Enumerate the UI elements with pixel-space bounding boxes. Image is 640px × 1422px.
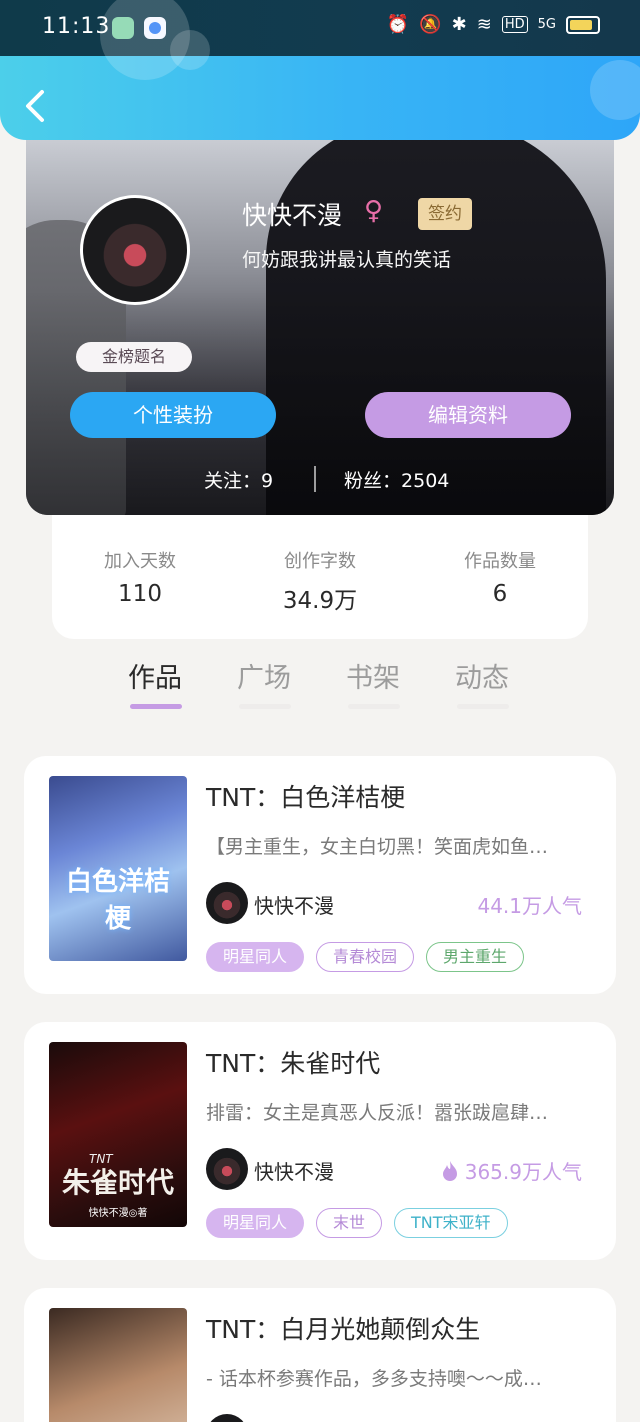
stat-value: 34.9万 bbox=[282, 588, 358, 614]
work-title: TNT：朱雀时代 bbox=[206, 1049, 381, 1078]
tab-indicator bbox=[348, 704, 400, 709]
fans-label: 粉丝： bbox=[344, 470, 402, 492]
cover-title: 白色洋桔梗 bbox=[65, 867, 170, 934]
tag-list: 明星同人 青春校园 男主重生 bbox=[206, 942, 525, 972]
work-card[interactable]: 白色洋桔梗 TNT：白色洋桔梗 【男主重生，女主白切黑！笑面虎如鱼… 快快不漫 … bbox=[24, 756, 616, 994]
tab-plaza[interactable]: 广场 bbox=[237, 656, 291, 695]
tab-activity[interactable]: 动态 bbox=[455, 656, 509, 695]
bluetooth-icon: ✱ bbox=[451, 14, 467, 35]
tag-chip[interactable]: 末世 bbox=[316, 1208, 383, 1238]
author-avatar bbox=[206, 1148, 248, 1190]
mute-icon: 🔕 bbox=[419, 14, 442, 35]
username: 快快不漫 bbox=[242, 201, 343, 230]
work-card[interactable]: TNT 朱雀时代 快快不漫◎著 TNT：朱雀时代 排雷：女主是真恶人反派！嚣张跋… bbox=[24, 1022, 616, 1260]
stat-value: 110 bbox=[118, 581, 162, 607]
back-arrow-icon[interactable] bbox=[22, 86, 48, 126]
stat-works-count: 作品数量 6 bbox=[425, 547, 575, 607]
tab-indicator bbox=[239, 704, 291, 709]
wifi-icon: ≋ bbox=[476, 14, 492, 35]
hd-icon: HD bbox=[501, 16, 528, 33]
tag-chip[interactable]: 青春校园 bbox=[316, 942, 415, 972]
book-cover[interactable] bbox=[49, 1308, 187, 1422]
rank-badge: 金榜题名 bbox=[76, 342, 192, 372]
tab-indicator bbox=[130, 704, 182, 709]
edit-profile-button[interactable]: 编辑资料 bbox=[365, 392, 571, 438]
work-card[interactable]: TNT：白月光她颠倒众生 - 话本杯参赛作品，多多支持噢～～成… bbox=[24, 1288, 616, 1422]
author-name: 快快不漫 bbox=[254, 1160, 334, 1184]
flame-icon bbox=[442, 1160, 457, 1181]
author-name: 快快不漫 bbox=[254, 894, 334, 918]
user-bio: 何妨跟我讲最认真的笑话 bbox=[242, 249, 452, 271]
tab-indicator bbox=[457, 704, 509, 709]
stat-word-count: 创作字数 34.9万 bbox=[245, 547, 395, 615]
work-title: TNT：白色洋桔梗 bbox=[206, 783, 406, 812]
stat-label: 创作字数 bbox=[284, 551, 356, 572]
fans-count[interactable]: 粉丝：2504 bbox=[344, 466, 449, 493]
popularity-value: 365.9万人气 bbox=[464, 1160, 582, 1184]
divider bbox=[314, 466, 316, 492]
following-label: 关注： bbox=[204, 470, 262, 492]
alarm-icon: ⏰ bbox=[386, 14, 410, 35]
avatar[interactable] bbox=[80, 195, 190, 305]
stat-label: 加入天数 bbox=[104, 551, 176, 572]
cover-author: 快快不漫◎著 bbox=[88, 1208, 148, 1219]
signal-5g-icon: 5G bbox=[537, 17, 556, 32]
tag-list: 明星同人 末世 TNT宋亚轩 bbox=[206, 1208, 508, 1238]
stat-label: 作品数量 bbox=[464, 551, 536, 572]
work-description: 【男主重生，女主白切黑！笑面虎如鱼… bbox=[206, 836, 549, 858]
work-title: TNT：白月光她颠倒众生 bbox=[206, 1315, 481, 1344]
work-description: 排雷：女主是真恶人反派！嚣张跋扈肆… bbox=[206, 1102, 549, 1124]
popularity: 365.9万人气 bbox=[441, 1156, 582, 1185]
book-cover[interactable]: TNT 朱雀时代 快快不漫◎著 bbox=[49, 1042, 187, 1227]
author-avatar bbox=[206, 882, 248, 924]
popularity-value: 44.1万人气 bbox=[477, 894, 582, 918]
female-icon: ♀ bbox=[364, 196, 384, 226]
tag-chip[interactable]: TNT宋亚轩 bbox=[394, 1208, 508, 1238]
fans-value: 2504 bbox=[401, 470, 450, 492]
following-value: 9 bbox=[261, 470, 274, 492]
cover-title: 朱雀时代 bbox=[61, 1166, 174, 1199]
following-count[interactable]: 关注：9 bbox=[204, 466, 273, 493]
work-description: - 话本杯参赛作品，多多支持噢～～成… bbox=[206, 1368, 542, 1390]
decor-bubble bbox=[170, 30, 210, 70]
signed-badge: 签约 bbox=[418, 198, 472, 230]
book-cover[interactable]: 白色洋桔梗 bbox=[49, 776, 187, 961]
tag-chip[interactable]: 男主重生 bbox=[426, 942, 525, 972]
dress-up-button[interactable]: 个性装扮 bbox=[70, 392, 276, 438]
author-avatar bbox=[206, 1414, 248, 1422]
tab-works[interactable]: 作品 bbox=[128, 656, 182, 695]
popularity: 44.1万人气 bbox=[477, 890, 582, 919]
battery-icon bbox=[566, 15, 600, 34]
stats-card: 加入天数 110 创作字数 34.9万 作品数量 6 bbox=[52, 515, 588, 639]
stat-value: 6 bbox=[492, 581, 508, 607]
stat-days-joined: 加入天数 110 bbox=[65, 547, 215, 607]
status-icons: ⏰ 🔕 ✱ ≋ HD 5G bbox=[387, 14, 600, 35]
tag-chip[interactable]: 明星同人 bbox=[206, 942, 305, 972]
tab-bookshelf[interactable]: 书架 bbox=[346, 656, 400, 695]
status-bar: 11:13 ⏰ 🔕 ✱ ≋ HD 5G bbox=[0, 0, 640, 56]
tag-chip[interactable]: 明星同人 bbox=[206, 1208, 305, 1238]
